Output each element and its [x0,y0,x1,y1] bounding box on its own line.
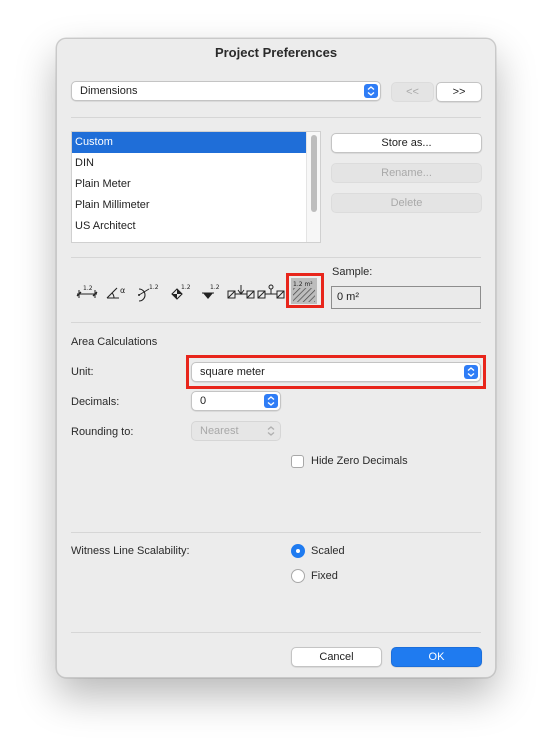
separator [71,632,481,633]
elevation-dimension-icon[interactable]: 1.2 [199,281,223,303]
cancel-button[interactable]: Cancel [291,647,382,667]
icon-text: 1.2 [83,285,93,292]
ok-button[interactable]: OK [391,647,482,667]
door-window-dimension-icon[interactable] [227,281,255,303]
preset-list[interactable]: Custom DIN Plain Meter Plain Millimeter … [71,131,321,243]
separator [71,257,481,258]
radial-dimension-icon[interactable]: 1.2 [135,281,163,303]
angle-dimension-icon[interactable]: α [105,281,131,303]
list-item[interactable]: Custom [72,132,320,153]
list-item[interactable]: US Architect [72,216,320,237]
rounding-popup[interactable]: Nearest [191,421,281,441]
list-item[interactable]: DIN [72,153,320,174]
level-dimension-icon[interactable]: 1.2 [168,281,194,303]
delete-button[interactable]: Delete [331,193,482,213]
scrollbar-thumb[interactable] [311,135,317,212]
sample-field: 0 m² [331,286,481,309]
popup-chevron-icon [364,84,378,98]
list-item[interactable]: Plain Meter [72,174,320,195]
icon-text: 1.2 [149,284,159,291]
rename-button[interactable]: Rename... [331,163,482,183]
dialog-title: Project Preferences [214,45,338,60]
scaled-radio-label: Scaled [311,545,345,557]
popup-chevron-icon [264,424,278,438]
icon-text: 1.2 [181,284,191,291]
icon-text: α [120,286,125,295]
fixed-radio-label: Fixed [311,570,338,582]
decimals-value: 0 [200,395,207,407]
rounding-value: Nearest [200,425,239,437]
store-as-button[interactable]: Store as... [331,133,482,153]
section-title: Area Calculations [71,336,158,348]
separator [71,322,481,323]
hide-zero-decimals-label: Hide Zero Decimals [311,455,408,467]
category-value: Dimensions [80,85,138,97]
linear-dimension-icon[interactable]: 1.2 [75,281,99,303]
fixed-radio[interactable] [291,569,305,583]
witness-line-label: Witness Line Scalability: [71,545,190,557]
rounding-label: Rounding to: [71,426,134,438]
project-preferences-dialog: Project Preferences Dimensions << >> Cus… [56,38,496,678]
separator [71,117,481,118]
sample-label: Sample: [332,266,373,278]
sample-value: 0 m² [337,291,359,303]
highlight-box [286,273,324,308]
highlight-box [186,355,486,389]
decimals-popup[interactable]: 0 [191,391,281,411]
list-scrollbar[interactable] [306,132,320,242]
decimals-label: Decimals: [71,396,120,408]
unit-label: Unit: [71,366,94,378]
scaled-radio[interactable] [291,544,305,558]
list-item[interactable]: Plain Millimeter [72,195,320,216]
hide-zero-decimals-checkbox[interactable] [291,455,304,468]
sill-height-dimension-icon[interactable] [257,281,285,303]
popup-chevron-icon [264,394,278,408]
next-page-button[interactable]: >> [436,82,482,102]
separator [71,532,481,533]
category-popup[interactable]: Dimensions [71,81,381,101]
icon-text: 1.2 [210,284,220,291]
previous-page-button[interactable]: << [391,82,434,102]
